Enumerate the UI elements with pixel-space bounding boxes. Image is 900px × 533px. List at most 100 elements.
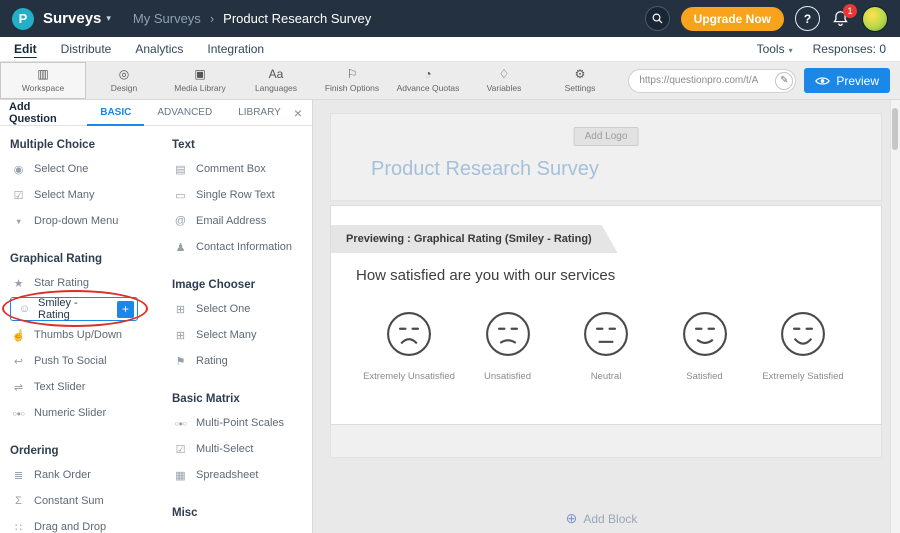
question-type-contact-information[interactable]: ♟ Contact Information (172, 234, 310, 260)
workspace-icon: ▥ (37, 68, 48, 81)
question-type-push-to-social[interactable]: ↩ Push To Social (10, 348, 162, 374)
question-type-image-rating[interactable]: ⚑ Rating (172, 348, 310, 374)
toolbar-item-variables[interactable]: ♢ Variables (466, 62, 542, 99)
smiley-option-unsatisfied[interactable]: Unsatisfied (460, 311, 556, 382)
rank-list-icon: ≣ (10, 469, 27, 482)
neutral-face-icon (583, 311, 629, 357)
question-type-label: Drag and Drop (34, 521, 106, 533)
survey-title[interactable]: Product Research Survey (371, 158, 599, 181)
question-type-label: Star Rating (34, 277, 89, 289)
edit-url-button[interactable]: ✎ (775, 72, 793, 90)
share-icon: ↩ (10, 355, 27, 368)
question-type-smiley-rating[interactable]: ☺ Smiley - Rating + (10, 297, 138, 321)
survey-canvas: Add Logo Product Research Survey Preview… (313, 100, 900, 533)
question-type-email-address[interactable]: @ Email Address (172, 208, 310, 234)
image-icon: ⊞ (172, 303, 189, 316)
toolbar-item-label: Settings (565, 83, 596, 93)
smiley-option-extremely-unsatisfied[interactable]: Extremely Unsatisfied (361, 311, 457, 382)
question-type-numeric-slider[interactable]: ○●○ Numeric Slider (10, 400, 162, 426)
help-button[interactable]: ? (795, 6, 820, 31)
question-type-dropdown-menu[interactable]: ▼ Drop-down Menu (10, 208, 162, 234)
question-type-label: Single Row Text (196, 189, 275, 201)
settings-icon: ⚙ (575, 68, 586, 81)
tab-integration[interactable]: Integration (207, 42, 264, 56)
question-type-comment-box[interactable]: ▤ Comment Box (172, 156, 310, 182)
topbar: P Surveys ▾ My Surveys › Product Researc… (0, 0, 900, 37)
question-type-star-rating[interactable]: ★ Star Rating (10, 270, 162, 296)
question-type-text-slider[interactable]: ⇌ Text Slider (10, 374, 162, 400)
tab-advanced[interactable]: ADVANCED (144, 100, 225, 126)
tab-basic[interactable]: BASIC (87, 100, 144, 126)
group-header: Basic Matrix (172, 388, 310, 410)
group-header: Image Chooser (172, 274, 310, 296)
add-logo-button[interactable]: Add Logo (574, 127, 639, 146)
question-type-drag-and-drop[interactable]: ∷ Drag and Drop (10, 514, 162, 533)
smiley-option-satisfied[interactable]: Satisfied (657, 311, 753, 382)
smiley-option-extremely-satisfied[interactable]: Extremely Satisfied (755, 311, 851, 382)
smiley-rating-row: ☺ Smiley - Rating + (10, 296, 162, 322)
multi-point-icon: ○●○ (172, 419, 189, 428)
add-block-button[interactable]: ⊕ Add Block (313, 510, 890, 527)
group-header: Misc (172, 502, 310, 524)
question-type-multi-point-scales[interactable]: ○●○ Multi-Point Scales (172, 410, 310, 436)
group-header: Graphical Rating (10, 248, 162, 270)
text-line-icon: ▭ (172, 189, 189, 202)
preview-button[interactable]: Preview (804, 68, 890, 93)
languages-icon: Aa (269, 68, 284, 81)
add-smiley-rating-button[interactable]: + (117, 301, 134, 318)
smiley-option-neutral[interactable]: Neutral (558, 311, 654, 382)
toolbar-item-media-library[interactable]: ▣ Media Library (162, 62, 238, 99)
toolbar-item-languages[interactable]: Aa Languages (238, 62, 314, 99)
smiley-option-label: Neutral (591, 371, 622, 382)
close-panel-button[interactable]: × (294, 105, 302, 121)
question-type-spreadsheet[interactable]: ▦ Spreadsheet (172, 462, 310, 488)
question-type-image-select-many[interactable]: ⊞ Select Many (172, 322, 310, 348)
tab-edit[interactable]: Edit (14, 42, 37, 56)
smiley-option-label: Unsatisfied (484, 371, 531, 382)
question-type-constant-sum[interactable]: Σ Constant Sum (10, 488, 162, 514)
question-type-thumbs-up-down[interactable]: ☝ Thumbs Up/Down (10, 322, 162, 348)
person-icon: ♟ (172, 241, 189, 254)
search-button[interactable] (645, 6, 670, 31)
questionpro-logo-icon[interactable]: P (12, 8, 34, 30)
question-type-single-row-text[interactable]: ▭ Single Row Text (172, 182, 310, 208)
tab-analytics[interactable]: Analytics (135, 42, 183, 56)
scrollbar-thumb[interactable] (892, 108, 898, 150)
tools-menu[interactable]: Tools▾ (757, 42, 793, 56)
menubar-right: Tools▾ Responses: 0 (757, 42, 886, 56)
question-type-rank-order[interactable]: ≣ Rank Order (10, 462, 162, 488)
toolbar-item-settings[interactable]: ⚙ Settings (542, 62, 618, 99)
question-type-image-select-one[interactable]: ⊞ Select One (172, 296, 310, 322)
very-sad-face-icon (386, 311, 432, 357)
smiley-option-label: Extremely Unsatisfied (363, 371, 455, 382)
breadcrumb-separator: › (210, 11, 214, 26)
question-type-select-many[interactable]: ☑ Select Many (10, 182, 162, 208)
breadcrumb-my-surveys[interactable]: My Surveys (133, 11, 201, 26)
survey-url-input[interactable] (628, 69, 796, 93)
question-type-label: Rank Order (34, 469, 91, 481)
responses-count[interactable]: Responses: 0 (813, 42, 886, 56)
media-library-icon: ▣ (194, 68, 205, 81)
toolbar-item-workspace[interactable]: ▥ Workspace (0, 62, 86, 99)
grid-icon: ▦ (172, 469, 189, 482)
sad-face-icon (485, 311, 531, 357)
toolbar-item-label: Media Library (174, 83, 226, 93)
tab-distribute[interactable]: Distribute (61, 42, 112, 56)
question-type-select-one[interactable]: ◉ Select One (10, 156, 162, 182)
user-avatar[interactable] (862, 6, 888, 32)
toolbar-item-finish-options[interactable]: ⚐ Finish Options (314, 62, 390, 99)
scrollbar-track[interactable] (890, 100, 900, 533)
product-switcher[interactable]: Surveys (43, 10, 101, 27)
panel-title: Add Question (9, 101, 77, 125)
question-type-multi-select[interactable]: ☑ Multi-Select (172, 436, 310, 462)
question-type-label: Drop-down Menu (34, 215, 118, 227)
dropdown-icon: ▼ (10, 217, 27, 226)
notifications-button[interactable]: 1 (831, 9, 851, 29)
upgrade-now-button[interactable]: Upgrade Now (681, 7, 784, 31)
toolbar-item-design[interactable]: ◎ Design (86, 62, 162, 99)
checkbox-icon: ☑ (172, 443, 189, 456)
tab-library[interactable]: LIBRARY (225, 100, 294, 126)
toolbar-item-advance-quotas[interactable]: ◔ Advance Quotas (390, 62, 466, 99)
images-icon: ⊞ (172, 329, 189, 342)
toolbar-item-label: Variables (487, 83, 522, 93)
